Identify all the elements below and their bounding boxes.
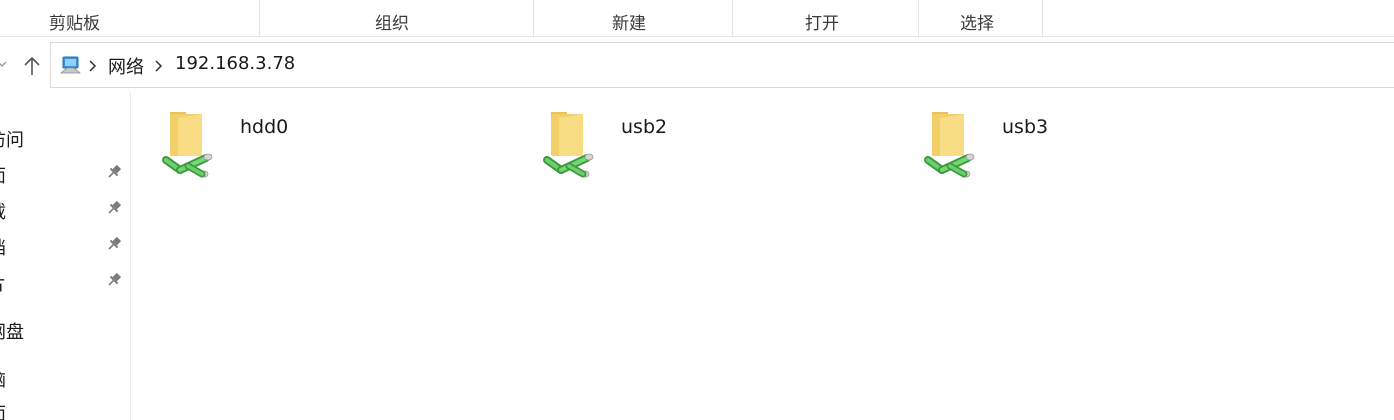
- network-share-folder-icon: [162, 112, 213, 178]
- breadcrumb-chevron-icon[interactable]: [87, 59, 97, 73]
- network-share-item[interactable]: usb3: [922, 108, 1222, 182]
- breadcrumb-network[interactable]: 网络: [108, 53, 144, 79]
- sidebar-item-label: 面: [0, 400, 6, 420]
- pin-icon[interactable]: [106, 236, 122, 252]
- sidebar-item-cloud-drive[interactable]: 网盘: [0, 314, 130, 346]
- sidebar-item-label: 档: [0, 234, 6, 260]
- sidebar-item-downloads[interactable]: 载: [0, 194, 130, 226]
- ribbon-group-label: 打开: [805, 14, 839, 34]
- network-share-folder-icon: [924, 112, 975, 178]
- sidebar-item-desktop[interactable]: 面: [0, 158, 130, 190]
- ribbon-group-label: 新建: [612, 14, 646, 34]
- ribbon-group-select[interactable]: 选择: [919, 0, 1043, 36]
- ribbon: 剪贴板 组织 新建 打开 选择: [0, 0, 1394, 37]
- sidebar-item-label: 访问: [0, 130, 24, 151]
- recent-locations-chevron-icon[interactable]: [0, 59, 7, 69]
- sidebar-item-desktop-2[interactable]: 面: [0, 396, 130, 420]
- pin-icon[interactable]: [106, 164, 122, 180]
- sidebar-item-pictures[interactable]: 片: [0, 266, 130, 298]
- item-name: hdd0: [240, 116, 289, 138]
- network-computer-icon: [59, 56, 81, 74]
- ribbon-group-label: 剪贴板: [49, 14, 100, 34]
- sidebar-item-this-pc[interactable]: 脑: [0, 362, 130, 394]
- sidebar-item-label: 载: [0, 198, 6, 224]
- sidebar-item-label: 片: [0, 270, 6, 296]
- network-share-item[interactable]: hdd0: [160, 108, 460, 182]
- sidebar-item-label: 脑: [0, 366, 6, 392]
- ribbon-group-open[interactable]: 打开: [733, 0, 919, 36]
- sidebar-item-quick-access[interactable]: 访问: [0, 122, 130, 154]
- sidebar-item-label: 网盘: [0, 322, 24, 343]
- ribbon-group-label: 选择: [960, 14, 994, 34]
- breadcrumb-chevron-icon[interactable]: [153, 59, 163, 73]
- ribbon-group-label: 组织: [375, 14, 409, 34]
- address-bar[interactable]: 网络 192.168.3.78: [50, 42, 1394, 88]
- ribbon-group-clipboard[interactable]: 剪贴板: [0, 0, 260, 36]
- breadcrumb-host[interactable]: 192.168.3.78: [175, 53, 295, 74]
- ribbon-group-new[interactable]: 新建: [534, 0, 733, 36]
- item-name: usb3: [1002, 116, 1049, 138]
- ribbon-group-organize[interactable]: 组织: [260, 0, 534, 36]
- sidebar-item-documents[interactable]: 档: [0, 230, 130, 262]
- pin-icon[interactable]: [106, 272, 122, 288]
- navigation-bar: 网络 192.168.3.78: [0, 37, 1394, 91]
- pin-icon[interactable]: [106, 200, 122, 216]
- navigation-pane: 访问 面 载 档 片 网盘 脑 面: [0, 92, 131, 420]
- network-share-folder-icon: [543, 112, 594, 178]
- file-list: hdd0 usb2 usb3: [131, 92, 1394, 420]
- network-share-item[interactable]: usb2: [541, 108, 841, 182]
- up-arrow-icon[interactable]: [21, 55, 43, 77]
- sidebar-item-label: 面: [0, 162, 6, 188]
- item-name: usb2: [621, 116, 668, 138]
